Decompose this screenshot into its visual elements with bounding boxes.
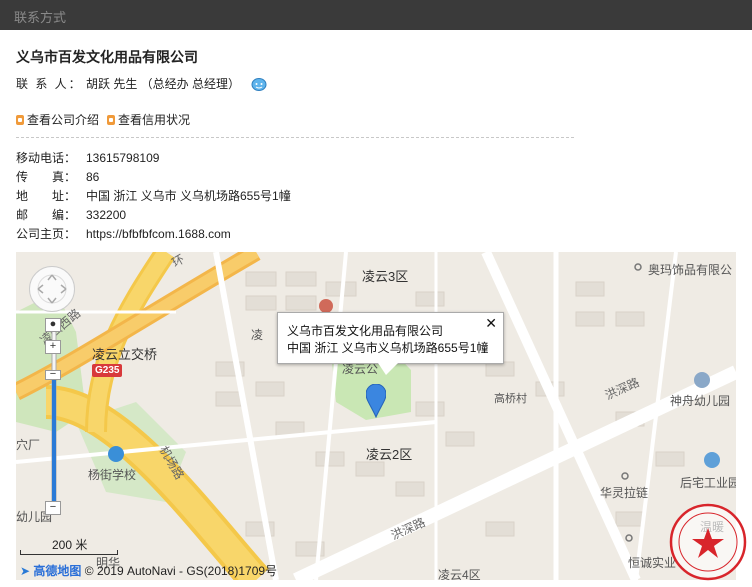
- popup-close-button[interactable]: ✕: [485, 315, 497, 332]
- map-label: 华灵拉链: [600, 486, 649, 500]
- info-row-postcode: 邮 编： 332200: [16, 209, 291, 228]
- info-row-mobile: 移动电话： 13615798109: [16, 152, 291, 171]
- view-intro-link[interactable]: 查看公司介绍: [16, 111, 99, 128]
- info-key: 公司主页：: [16, 227, 77, 241]
- contact-info-list: 移动电话： 13615798109 传 真： 86 地 址： 中国 浙江 义乌市 义乌…: [16, 152, 291, 247]
- info-value: 中国 浙江 义乌市 义乌机场路655号1幢: [86, 189, 291, 203]
- map-label: 凌: [251, 328, 264, 342]
- watermark-seal: [669, 503, 747, 581]
- info-row-address: 地 址： 中国 浙江 义乌市 义乌机场路655号1幢: [16, 190, 291, 209]
- map-copyright: ➤ 高德地图 © 2019 AutoNavi - GS(2018)1709号: [20, 562, 277, 579]
- view-credit-link[interactable]: 查看信用状况: [107, 111, 190, 128]
- zoom-in-button[interactable]: +: [45, 340, 61, 354]
- map-label: 凌云4区: [438, 568, 481, 580]
- contact-label: 联 系 人：: [16, 77, 83, 91]
- divider: [16, 137, 574, 138]
- contact-value: 胡跃 先生 （总经办 总经理）: [86, 77, 241, 91]
- info-row-fax: 传 真： 86: [16, 171, 291, 190]
- section-header: 联系方式: [0, 0, 752, 32]
- map-label: 凌云3区: [362, 269, 409, 284]
- map-label: 高桥村: [494, 393, 527, 405]
- section-title: 联系方式: [14, 10, 67, 25]
- map-label: 凌云立交桥: [92, 347, 158, 362]
- copyright-text: © 2019 AutoNavi - GS(2018)1709号: [84, 564, 278, 578]
- company-name: 义乌市百发文化用品有限公司: [16, 49, 198, 65]
- view-intro-label: 查看公司介绍: [27, 113, 100, 127]
- info-value: 332200: [86, 208, 127, 222]
- zoom-slider-handle[interactable]: −: [45, 369, 61, 380]
- scale-bar: [20, 550, 118, 555]
- map-label: 后宅工业园: [680, 476, 736, 490]
- info-key: 移动电话：: [16, 151, 77, 165]
- zoom-out-button[interactable]: −: [45, 501, 61, 515]
- map-info-popup: 义乌市百发文化用品有限公司 中国 浙江 义乌市义乌机场路655号1幢 ✕: [277, 312, 504, 375]
- info-value: 86: [86, 170, 100, 184]
- map-label: 凌云2区: [366, 447, 413, 462]
- popup-address: 中国 浙江 义乌市义乌机场路655号1幢: [287, 341, 489, 355]
- amap-logo-text: 高德地图: [33, 564, 82, 578]
- info-key: 邮 编：: [16, 208, 77, 222]
- doc-icon: [16, 115, 24, 125]
- view-credit-label: 查看信用状况: [118, 113, 191, 127]
- info-row-homepage: 公司主页： https://bfbfbfcom.1688.com: [16, 228, 291, 247]
- map-label: 杨街学校: [88, 468, 137, 482]
- locate-button[interactable]: ●: [45, 318, 61, 332]
- highway-shield: G235: [92, 364, 123, 377]
- popup-company-name: 义乌市百发文化用品有限公司: [287, 324, 444, 338]
- contact-person-row: 联 系 人： 胡跃 先生 （总经办 总经理）: [16, 75, 267, 92]
- location-pin-icon[interactable]: [366, 384, 386, 418]
- info-key: 传 真：: [16, 170, 77, 184]
- map-label: 神舟幼儿园: [670, 394, 731, 408]
- info-value: 13615798109: [86, 151, 160, 165]
- company-links: 查看公司介绍 查看信用状况: [16, 111, 198, 128]
- map-scale: 200 米: [20, 536, 118, 555]
- map-label: 奥玛饰品有限公: [648, 263, 733, 277]
- amap-logo-icon: ➤: [20, 564, 31, 578]
- location-map[interactable]: 凌云3区 凌云2区 凌云立交桥 杨街学校 奥玛饰品有限公 神舟幼儿园 华灵拉链 …: [16, 252, 736, 580]
- pan-arrows-icon: [37, 274, 67, 304]
- map-pan-control[interactable]: [29, 266, 75, 312]
- chat-icon[interactable]: [251, 77, 267, 92]
- popup-tail: [378, 363, 398, 375]
- doc-icon: [107, 115, 116, 125]
- homepage-link[interactable]: https://bfbfbfcom.1688.com: [86, 227, 231, 241]
- info-key: 地 址：: [16, 189, 77, 203]
- map-label: 穴厂: [16, 438, 41, 452]
